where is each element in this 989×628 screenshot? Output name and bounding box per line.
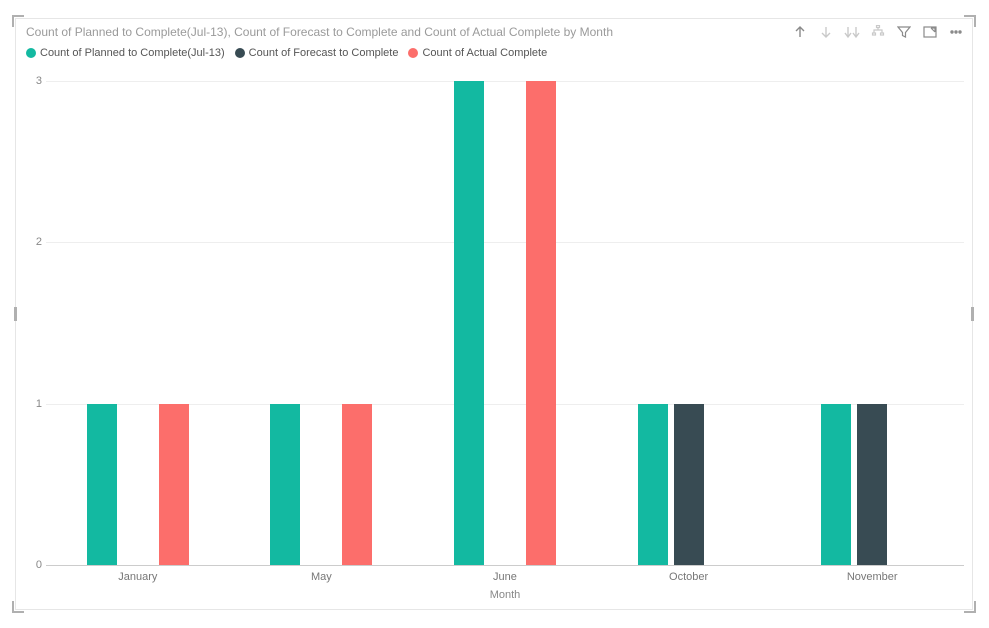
selection-handle-bottom-right[interactable] bbox=[964, 601, 976, 613]
bar-cluster bbox=[780, 81, 964, 565]
selection-handle-top-right[interactable] bbox=[964, 15, 976, 27]
legend-swatch-icon bbox=[235, 48, 245, 58]
bar[interactable] bbox=[857, 404, 887, 565]
drill-down-icon[interactable] bbox=[818, 24, 834, 40]
legend-label: Count of Actual Complete bbox=[422, 47, 547, 59]
bar-cluster bbox=[230, 81, 414, 565]
x-axis-title: Month bbox=[46, 589, 964, 601]
chart-visual-container: Count of Planned to Complete(Jul-13), Co… bbox=[15, 18, 973, 610]
category-group: November bbox=[780, 81, 964, 565]
bar[interactable] bbox=[270, 404, 300, 565]
bar[interactable] bbox=[342, 404, 372, 565]
filter-icon[interactable] bbox=[896, 24, 912, 40]
drill-hierarchy-icon[interactable] bbox=[870, 24, 886, 40]
legend-item[interactable]: Count of Forecast to Complete bbox=[235, 47, 399, 59]
legend-label: Count of Forecast to Complete bbox=[249, 47, 399, 59]
selection-handle-left[interactable] bbox=[14, 307, 17, 321]
x-axis: Month bbox=[46, 565, 964, 601]
drill-up-icon[interactable] bbox=[792, 24, 808, 40]
bar[interactable] bbox=[159, 404, 189, 565]
expand-all-down-icon[interactable] bbox=[844, 24, 860, 40]
focus-mode-icon[interactable] bbox=[922, 24, 938, 40]
y-tick-label: 3 bbox=[36, 75, 42, 87]
selection-handle-right[interactable] bbox=[971, 307, 974, 321]
bar[interactable] bbox=[454, 81, 484, 565]
selection-handle-bottom-left[interactable] bbox=[12, 601, 24, 613]
visual-toolbar bbox=[792, 24, 964, 40]
y-axis: 0123 bbox=[24, 81, 46, 565]
legend-item[interactable]: Count of Planned to Complete(Jul-13) bbox=[26, 47, 225, 59]
category-group: May bbox=[230, 81, 414, 565]
bar[interactable] bbox=[87, 404, 117, 565]
category-group: January bbox=[46, 81, 230, 565]
y-tick-label: 2 bbox=[36, 236, 42, 248]
bar[interactable] bbox=[638, 404, 668, 565]
legend-swatch-icon bbox=[408, 48, 418, 58]
legend-swatch-icon bbox=[26, 48, 36, 58]
y-tick-label: 1 bbox=[36, 398, 42, 410]
bar[interactable] bbox=[821, 404, 851, 565]
category-group: October bbox=[597, 81, 781, 565]
chart-legend: Count of Planned to Complete(Jul-13) Coun… bbox=[16, 41, 972, 61]
bar[interactable] bbox=[674, 404, 704, 565]
chart-title: Count of Planned to Complete(Jul-13), Co… bbox=[16, 19, 776, 41]
legend-item[interactable]: Count of Actual Complete bbox=[408, 47, 547, 59]
legend-label: Count of Planned to Complete(Jul-13) bbox=[40, 47, 225, 59]
bar-cluster bbox=[46, 81, 230, 565]
category-group: June bbox=[413, 81, 597, 565]
y-tick-label: 0 bbox=[36, 559, 42, 571]
more-options-icon[interactable] bbox=[948, 24, 964, 40]
bar[interactable] bbox=[526, 81, 556, 565]
bar-cluster bbox=[597, 81, 781, 565]
plot-area-wrap: 0123 JanuaryMayJuneOctoberNovember Month bbox=[24, 81, 964, 601]
plot-area: JanuaryMayJuneOctoberNovember bbox=[46, 81, 964, 565]
bar-cluster bbox=[413, 81, 597, 565]
